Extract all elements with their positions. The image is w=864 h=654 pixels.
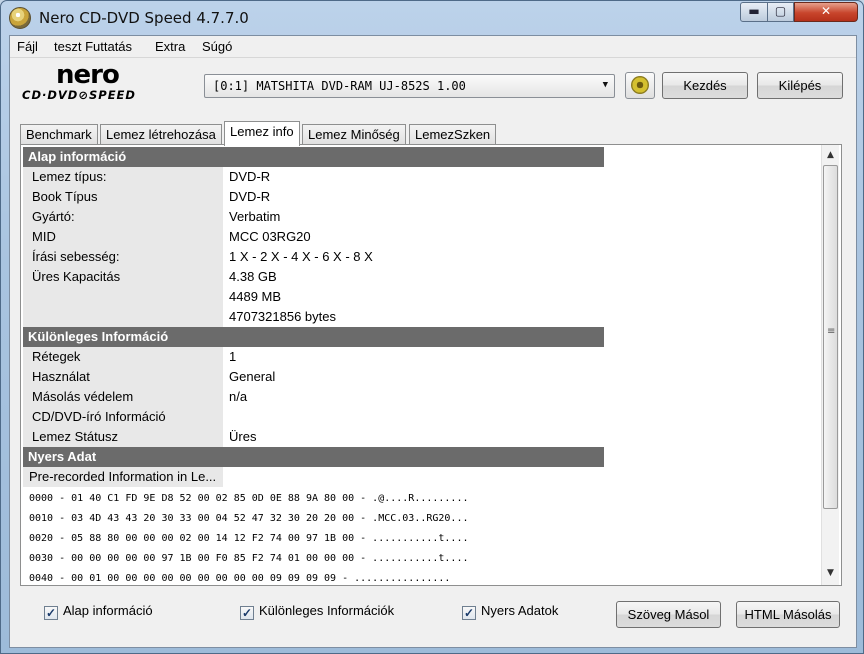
section-special-header: Különleges Információ: [23, 327, 604, 347]
row-value: MCC 03RG20: [229, 229, 311, 244]
checkbox-checked-icon[interactable]: ✓: [240, 606, 254, 620]
menu-bar: Fájl teszt Futtatás Extra Súgó: [10, 36, 856, 58]
gear-icon: [631, 76, 649, 94]
row-label: Lemez Státusz: [23, 427, 223, 447]
title-bar[interactable]: Nero CD-DVD Speed 4.7.7.0 ▬ ▢ ✕: [1, 1, 863, 35]
checkbox-label: Alap információ: [63, 603, 153, 618]
grip-icon: ≡: [827, 326, 836, 337]
hex-line: 0030 - 00 00 00 00 00 97 1B 00 F0 85 F2 …: [29, 553, 469, 564]
nero-logo: nero CD·DVD⊘SPEED: [20, 60, 170, 102]
cd-disc-icon: [9, 7, 31, 29]
hex-line: 0040 - 00 01 00 00 00 00 00 00 00 00 00 …: [29, 573, 451, 583]
checkbox-label: Nyers Adatok: [481, 603, 559, 618]
hex-line: 0020 - 05 88 80 00 00 00 02 00 14 12 F2 …: [29, 533, 469, 544]
row-value: DVD-R: [229, 169, 271, 184]
row-value: 4.38 GB: [229, 269, 277, 284]
tab-disc-scan[interactable]: LemezSzken: [409, 124, 497, 145]
row-value: DVD-R: [229, 189, 271, 204]
menu-run-test[interactable]: teszt Futtatás: [54, 39, 132, 54]
scroll-down-icon[interactable]: ▼: [822, 565, 839, 582]
row-label: Írási sebesség:: [23, 247, 223, 267]
exit-button[interactable]: Kilépés: [757, 72, 843, 99]
chevron-down-icon: ▼: [602, 80, 608, 90]
checkbox-basic-info[interactable]: ✓ Alap információ: [44, 603, 153, 621]
checkbox-raw-data[interactable]: ✓ Nyers Adatok: [462, 603, 558, 621]
row-label: Book Típus: [23, 187, 223, 207]
disc-info-panel: Alap információ Lemez típus: DVD-R Book …: [20, 144, 842, 586]
tab-strip: Benchmark Lemez létrehozása Lemez info L…: [20, 121, 520, 146]
hex-line: 0010 - 03 4D 43 43 20 30 33 00 04 52 47 …: [29, 513, 469, 524]
row-value: General: [229, 369, 276, 384]
row-value: 4707321856 bytes: [229, 309, 336, 324]
row-value: 1: [229, 349, 237, 364]
checkbox-special-info[interactable]: ✓ Különleges Információk: [240, 603, 394, 621]
tab-disc-quality[interactable]: Lemez Minőség: [302, 124, 406, 145]
window-title: Nero CD-DVD Speed 4.7.7.0: [39, 9, 249, 27]
vertical-scrollbar[interactable]: ▲ ≡ ▼: [821, 145, 839, 585]
copy-html-button[interactable]: HTML Másolás: [736, 601, 840, 628]
row-label: CD/DVD-író Információ: [23, 407, 223, 427]
client-area: Fájl teszt Futtatás Extra Súgó nero CD·D…: [9, 35, 857, 648]
bottom-bar: ✓ Alap információ ✓ Különleges Információk…: [10, 591, 856, 647]
maximize-button[interactable]: ▢: [767, 2, 794, 22]
drive-settings-button[interactable]: [625, 72, 655, 99]
logo-subtitle: CD·DVD⊘SPEED: [22, 88, 136, 102]
section-basic-header: Alap információ: [23, 147, 604, 167]
row-label: Rétegek: [23, 347, 223, 367]
row-label: Üres Kapacitás: [23, 267, 223, 287]
scroll-up-icon[interactable]: ▲: [822, 147, 839, 164]
scrollbar-thumb[interactable]: ≡: [823, 165, 838, 509]
checkbox-checked-icon[interactable]: ✓: [44, 606, 58, 620]
row-label: [23, 307, 223, 327]
info-list: Alap információ Lemez típus: DVD-R Book …: [23, 147, 821, 583]
copy-text-button[interactable]: Szöveg Másol: [616, 601, 721, 628]
drive-select-value: [0:1] MATSHITA DVD-RAM UJ-852S 1.00: [213, 79, 466, 93]
row-label: Lemez típus:: [23, 167, 223, 187]
start-button[interactable]: Kezdés: [662, 72, 748, 99]
checkbox-checked-icon[interactable]: ✓: [462, 606, 476, 620]
logo-word: nero: [56, 60, 120, 90]
row-label: Gyártó:: [23, 207, 223, 227]
menu-file[interactable]: Fájl: [17, 39, 38, 54]
tab-benchmark[interactable]: Benchmark: [20, 124, 98, 145]
menu-help[interactable]: Súgó: [202, 39, 232, 54]
checkbox-label: Különleges Információk: [259, 603, 395, 618]
section-raw-header: Nyers Adat: [23, 447, 604, 467]
drive-select[interactable]: [0:1] MATSHITA DVD-RAM UJ-852S 1.00 ▼: [204, 74, 615, 98]
row-label: Másolás védelem: [23, 387, 223, 407]
minimize-button[interactable]: ▬: [740, 2, 768, 22]
row-label: MID: [23, 227, 223, 247]
tab-disc-info[interactable]: Lemez info: [224, 121, 300, 146]
close-button[interactable]: ✕: [794, 2, 858, 22]
toolbar: nero CD·DVD⊘SPEED [0:1] MATSHITA DVD-RAM…: [10, 58, 856, 110]
raw-data-label: Pre-recorded Information in Le...: [23, 467, 223, 487]
row-value: Üres: [229, 429, 257, 444]
menu-extra[interactable]: Extra: [155, 39, 185, 54]
row-label: [23, 287, 223, 307]
app-window: Nero CD-DVD Speed 4.7.7.0 ▬ ▢ ✕ Fájl tes…: [0, 0, 864, 654]
row-value: n/a: [229, 389, 248, 404]
row-value: 1 X - 2 X - 4 X - 6 X - 8 X: [229, 249, 373, 264]
row-value: 4489 MB: [229, 289, 282, 304]
row-value: Verbatim: [229, 209, 281, 224]
tab-create-disc[interactable]: Lemez létrehozása: [100, 124, 222, 145]
row-label: Használat: [23, 367, 223, 387]
hex-line: 0000 - 01 40 C1 FD 9E D8 52 00 02 85 0D …: [29, 493, 469, 504]
